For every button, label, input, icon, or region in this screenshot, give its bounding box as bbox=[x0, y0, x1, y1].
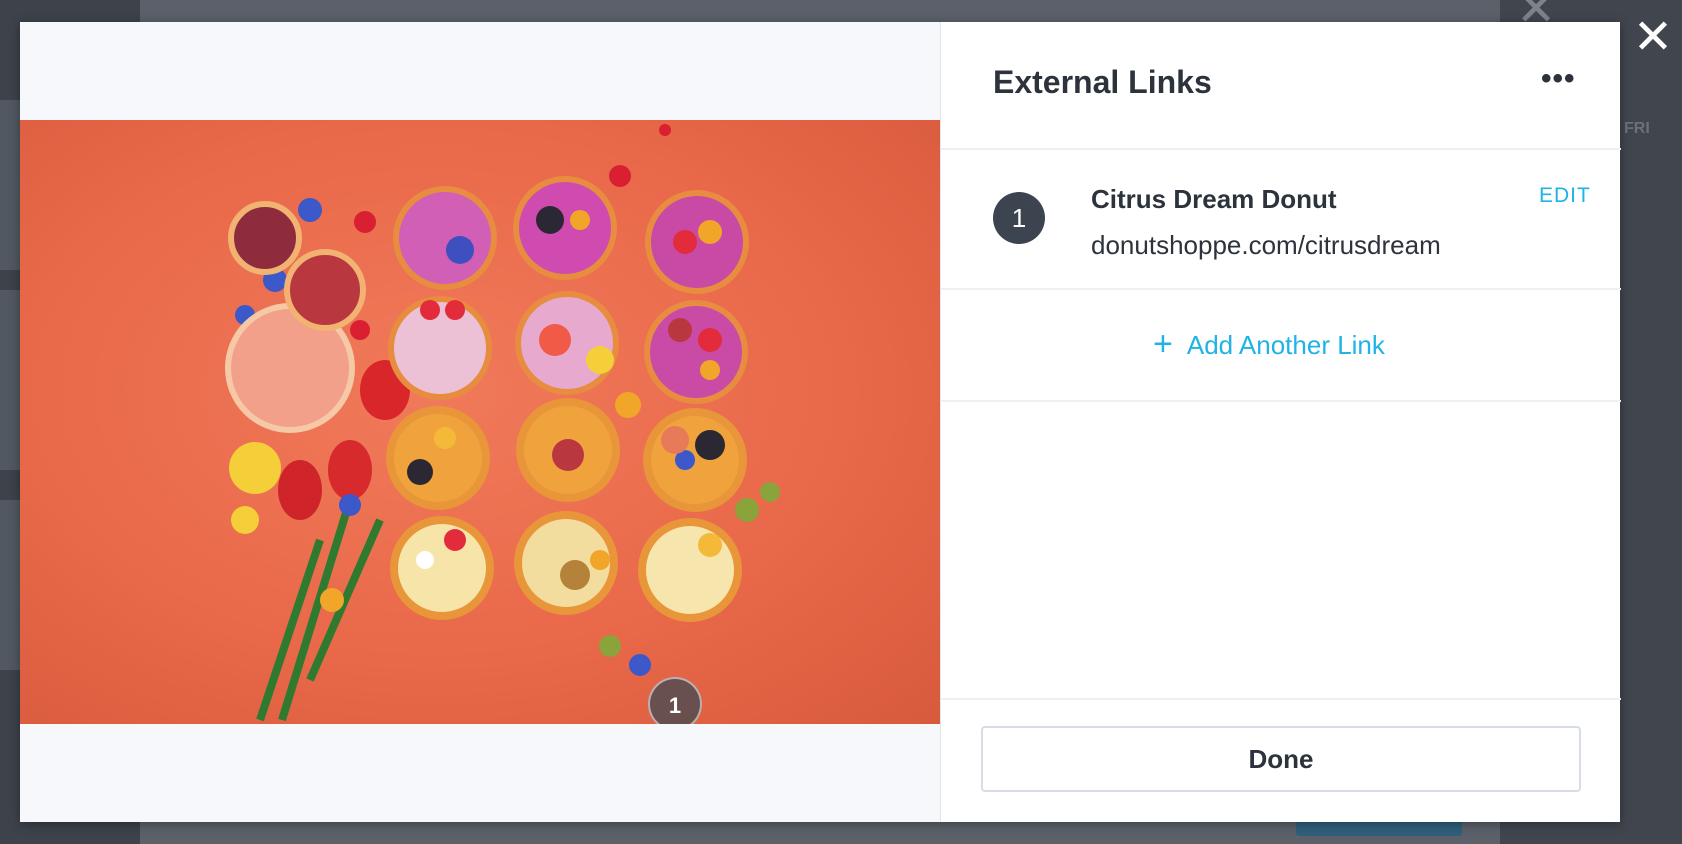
image-pane: 1 bbox=[20, 22, 940, 822]
panel-title: External Links bbox=[993, 64, 1212, 100]
background-day-label: FRI bbox=[1624, 120, 1650, 137]
panel-header: External Links ••• bbox=[941, 22, 1621, 150]
link-url: donutshoppe.com/citrusdream bbox=[1091, 230, 1441, 260]
add-link-row: + Add Another Link bbox=[941, 290, 1621, 402]
close-icon[interactable]: ✕ bbox=[1632, 14, 1674, 62]
background-thumbnail bbox=[0, 500, 22, 670]
more-options-icon[interactable]: ••• bbox=[1541, 62, 1576, 96]
donut-photo-illustration bbox=[225, 124, 780, 722]
link-title: Citrus Dream Donut bbox=[1091, 184, 1337, 214]
link-number-badge: 1 bbox=[993, 192, 1045, 244]
background-thumbnail bbox=[0, 100, 22, 270]
done-button[interactable]: Done bbox=[981, 726, 1581, 792]
donut-photo: 1 bbox=[20, 120, 940, 724]
edit-link-button[interactable]: EDIT bbox=[1539, 184, 1591, 208]
image-hotspot-1[interactable]: 1 bbox=[648, 677, 702, 724]
panel-footer: Done bbox=[941, 698, 1621, 824]
plus-icon: + bbox=[1153, 325, 1173, 363]
background-thumbnail bbox=[0, 290, 22, 470]
link-list-item: 1 Citrus Dream Donut donutshoppe.com/cit… bbox=[941, 150, 1621, 290]
add-another-link-button[interactable]: + Add Another Link bbox=[1153, 324, 1385, 363]
external-links-panel: External Links ••• 1 Citrus Dream Donut … bbox=[940, 22, 1621, 824]
add-another-link-label: Add Another Link bbox=[1186, 330, 1385, 360]
external-links-modal: 1 External Links ••• 1 Citrus Dream Donu… bbox=[20, 22, 1621, 824]
